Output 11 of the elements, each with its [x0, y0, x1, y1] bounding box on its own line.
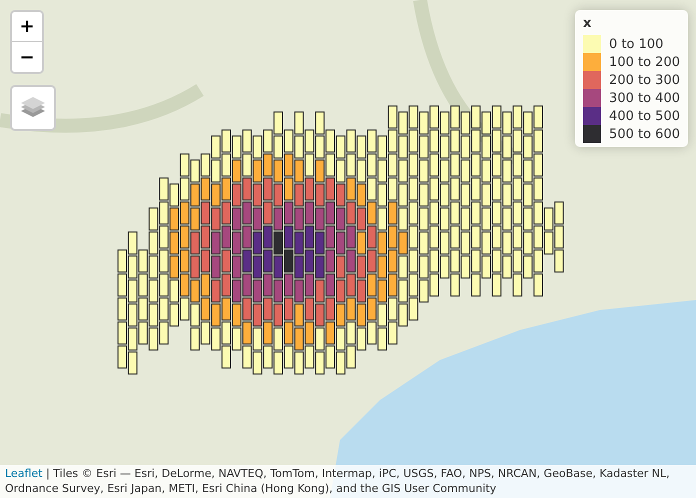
layers-button[interactable]: [10, 85, 56, 131]
legend-title: x: [583, 16, 592, 31]
legend-label: 400 to 500: [609, 108, 680, 124]
legend-label: 200 to 300: [609, 72, 680, 88]
legend-label: 500 to 600: [609, 126, 680, 142]
leaflet-link[interactable]: Leaflet: [5, 467, 42, 480]
legend-label: 100 to 200: [609, 54, 680, 70]
zoom-in-button[interactable]: +: [12, 12, 42, 42]
legend-label: 0 to 100: [609, 36, 664, 52]
attribution-text: Leaflet | Tiles © Esri — Esri, DeLorme, NAVTEQ, TomTom, Intermap, iPC, USGS, FAO, NPS, NRCAN, GeoBase, Kadaster NL, Ordnance Survey, Esri Japan, METI, Esri China (Hong Kong), and the GIS User Community: [5, 467, 670, 495]
legend-label: 300 to 400: [609, 90, 680, 106]
